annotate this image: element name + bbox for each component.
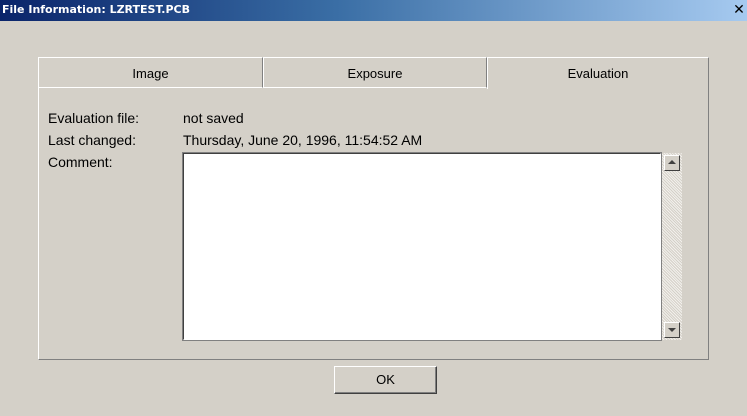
last-changed-value: Thursday, June 20, 1996, 11:54:52 AM xyxy=(183,132,423,148)
comment-label: Comment: xyxy=(48,154,113,170)
scroll-up-button[interactable] xyxy=(664,155,680,171)
scroll-down-button[interactable] xyxy=(664,322,680,338)
tab-strip: Image Exposure Evaluation xyxy=(38,57,709,89)
evaluation-file-label: Evaluation file: xyxy=(48,110,140,126)
last-changed-label: Last changed: xyxy=(48,132,136,148)
comment-scrollbar[interactable] xyxy=(662,153,682,340)
tab-exposure[interactable]: Exposure xyxy=(263,57,487,88)
window-title: File Information: LZRTEST.PCB xyxy=(2,3,190,16)
arrow-down-icon xyxy=(668,328,676,332)
comment-textarea[interactable] xyxy=(182,152,662,341)
evaluation-file-value: not saved xyxy=(183,110,244,126)
title-bar[interactable]: File Information: LZRTEST.PCB ✕ xyxy=(0,0,747,21)
ok-button[interactable]: OK xyxy=(334,366,437,394)
tab-image[interactable]: Image xyxy=(38,57,263,88)
tab-evaluation[interactable]: Evaluation xyxy=(487,57,709,89)
arrow-up-icon xyxy=(668,160,676,164)
close-icon[interactable]: ✕ xyxy=(732,3,746,17)
